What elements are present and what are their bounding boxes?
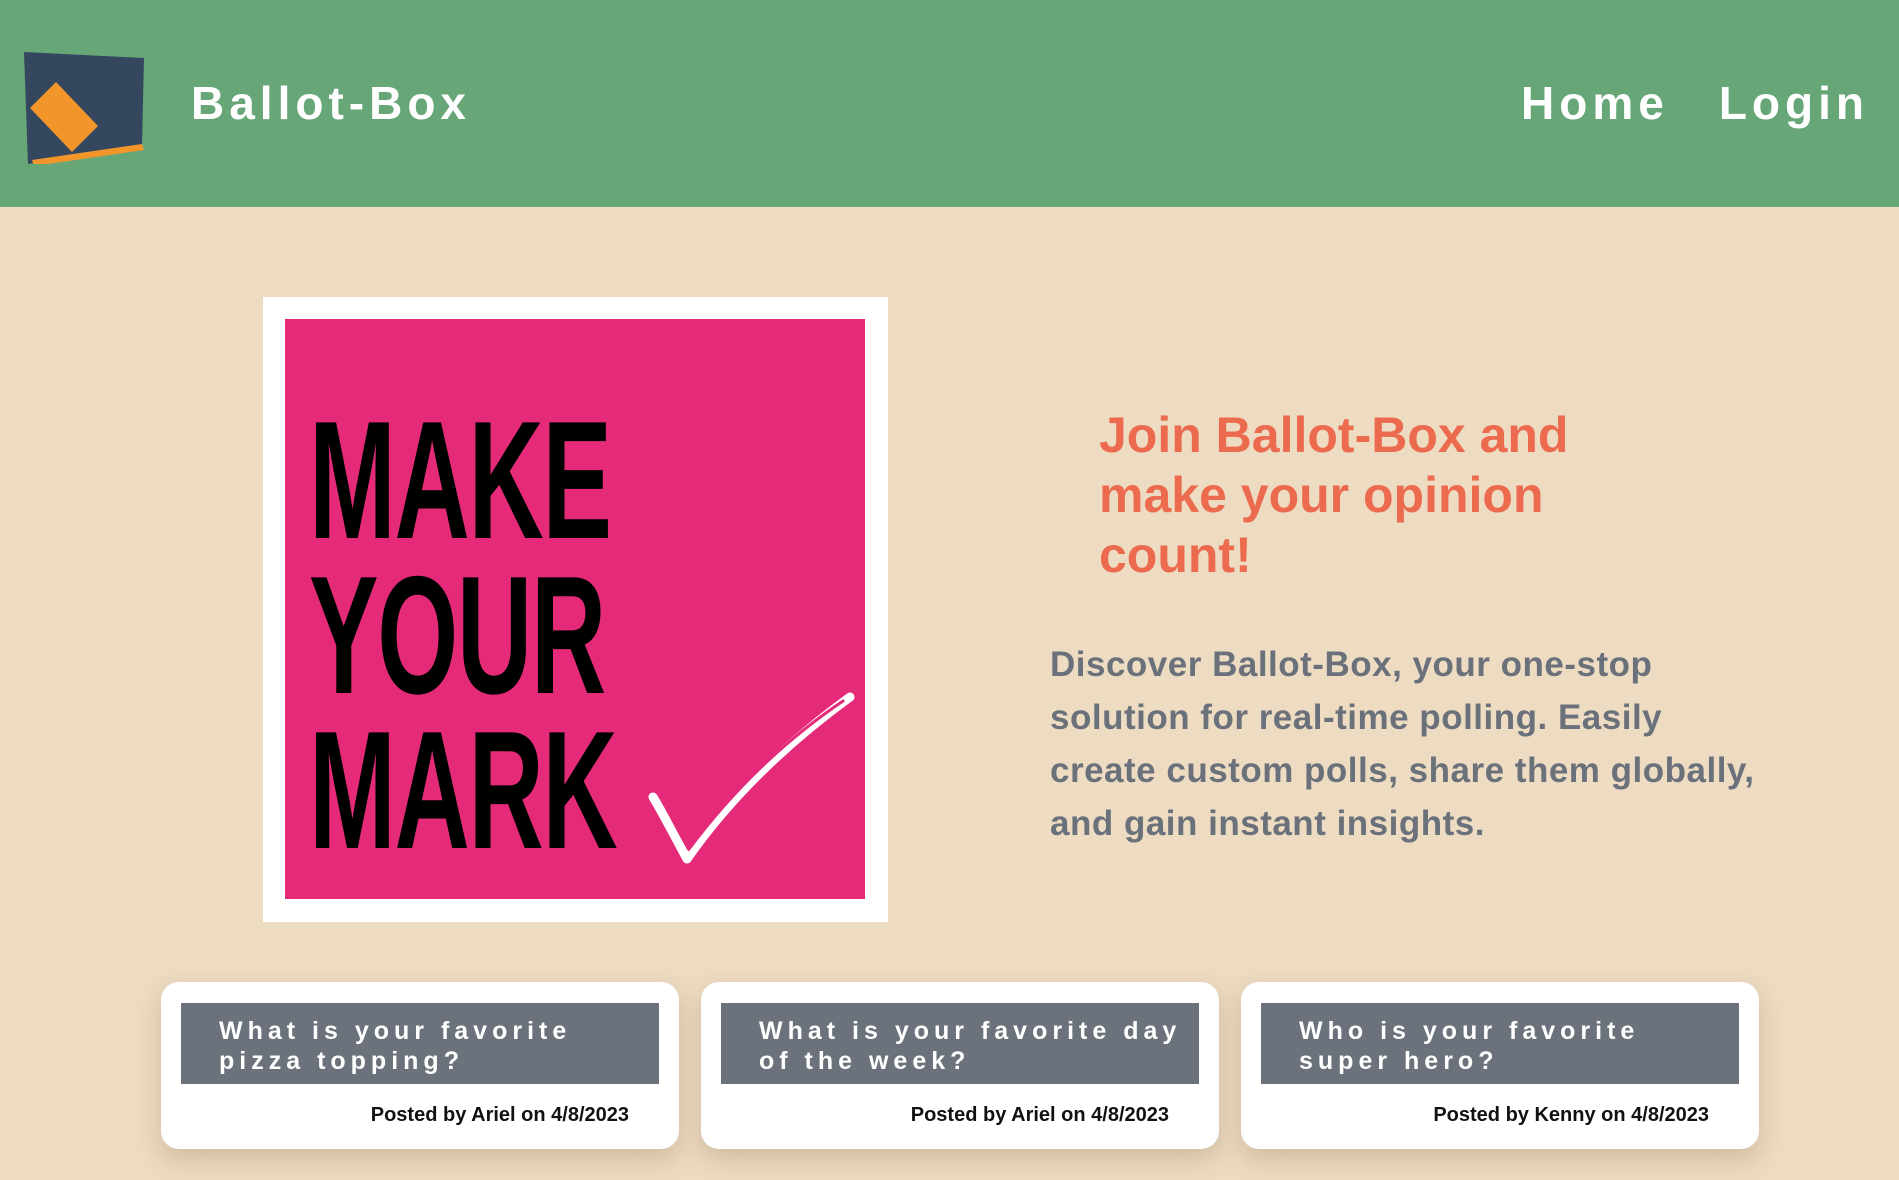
poll-card-header: What is your favorite pizza topping? xyxy=(181,1003,659,1084)
poster-line-3: MARK xyxy=(309,696,618,884)
poll-meta: Posted by Kenny on 4/8/2023 xyxy=(1433,1104,1709,1126)
poll-card[interactable]: What is your favorite day of the week? P… xyxy=(701,982,1219,1149)
poll-meta: Posted by Ariel on 4/8/2023 xyxy=(370,1104,629,1126)
poster-text: MAKE YOUR MARK xyxy=(309,386,618,884)
poll-card-list: What is your favorite pizza topping? Pos… xyxy=(161,982,1761,1149)
poll-title[interactable]: What is your favorite pizza topping? xyxy=(219,1016,649,1076)
checkmark-icon xyxy=(648,692,855,864)
poll-card-header: Who is your favorite super hero? xyxy=(1261,1003,1739,1084)
poll-card[interactable]: What is your favorite pizza topping? Pos… xyxy=(161,982,679,1149)
ballot-box-logo-icon[interactable] xyxy=(22,52,146,166)
poll-title[interactable]: What is your favorite day of the week? xyxy=(759,1016,1189,1076)
main-nav: Home Login xyxy=(1521,76,1869,130)
poll-meta: Posted by Ariel on 4/8/2023 xyxy=(910,1104,1169,1126)
poll-card[interactable]: Who is your favorite super hero? Posted … xyxy=(1241,982,1759,1149)
nav-login-link[interactable]: Login xyxy=(1719,76,1869,130)
poster-background: MAKE YOUR MARK xyxy=(285,319,865,899)
hero-poster-image: MAKE YOUR MARK xyxy=(263,297,888,922)
poll-card-header: What is your favorite day of the week? xyxy=(721,1003,1199,1084)
poster-line-2: YOUR xyxy=(309,541,606,729)
site-header: Ballot-Box Home Login xyxy=(0,0,1899,207)
hero-description: Discover Ballot-Box, your one-stop solut… xyxy=(1050,645,1755,843)
brand-title[interactable]: Ballot-Box xyxy=(191,76,471,130)
poll-title[interactable]: Who is your favorite super hero? xyxy=(1299,1016,1729,1076)
nav-home-link[interactable]: Home xyxy=(1521,76,1669,130)
hero-headline: Join Ballot-Box and make your opinion co… xyxy=(1099,407,1569,583)
poster-line-1: MAKE xyxy=(309,386,612,574)
